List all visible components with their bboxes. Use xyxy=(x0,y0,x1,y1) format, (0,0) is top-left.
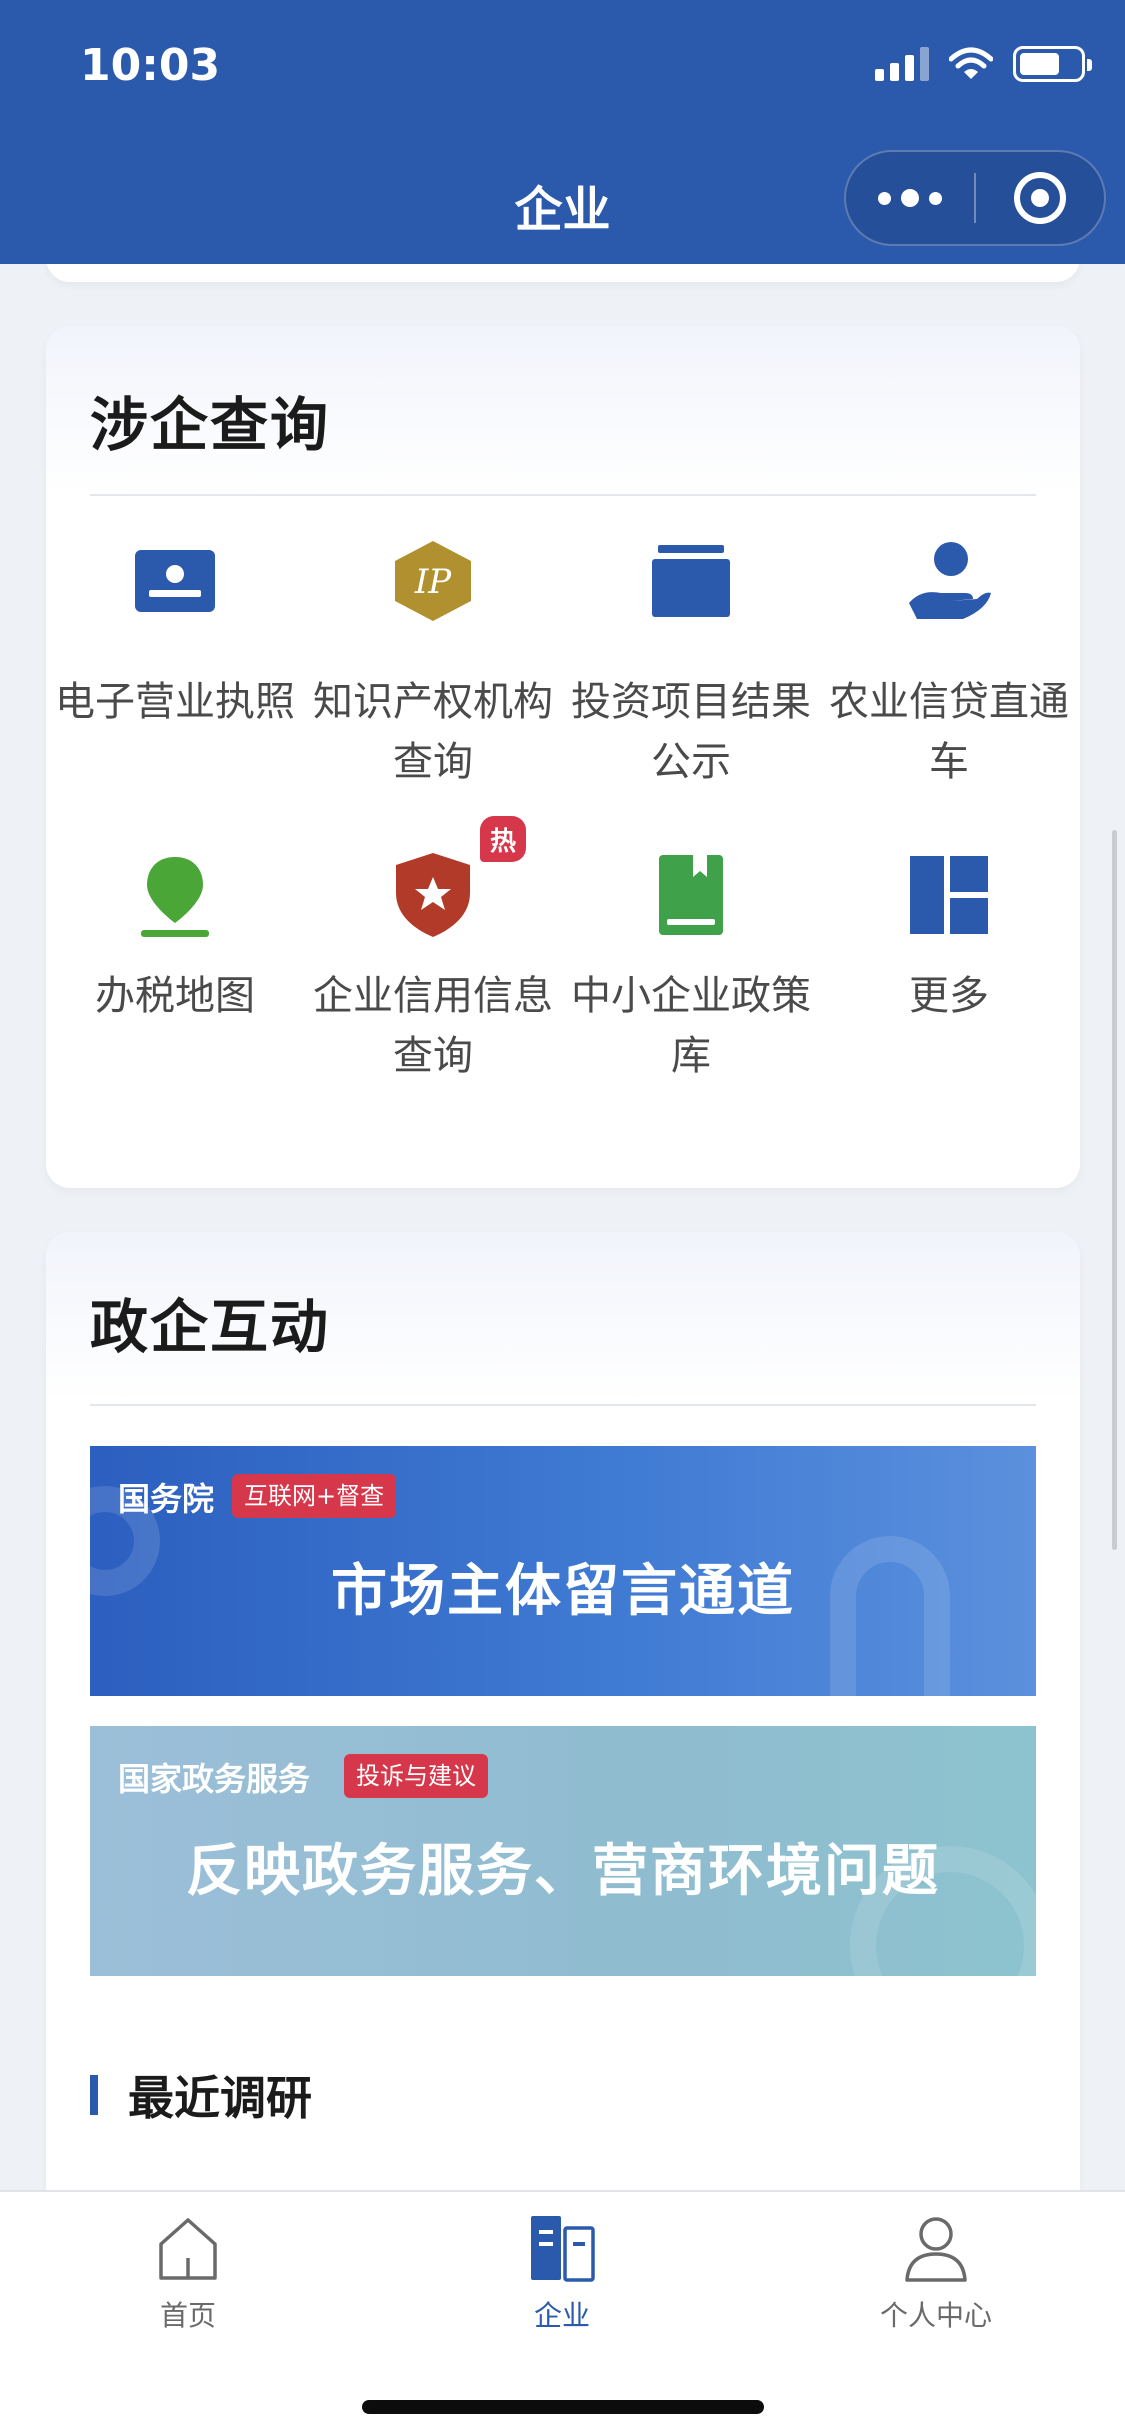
book-icon xyxy=(646,850,736,940)
enterprise-icon xyxy=(531,2216,595,2282)
grid-item-ip-agency[interactable]: IP 知识产权机构查询 xyxy=(304,496,562,816)
bottom-tab-bar: 首页 企业 个人中心 xyxy=(0,2190,1125,2436)
grid-label: 投资项目结果公示 xyxy=(571,679,811,785)
grid-label: 电子营业执照 xyxy=(55,679,295,725)
tab-personal-center[interactable]: 个人中心 xyxy=(836,2214,1036,2334)
miniprogram-capsule xyxy=(844,150,1106,246)
tab-label: 个人中心 xyxy=(879,2299,992,2332)
ip-badge-icon: IP xyxy=(388,536,478,626)
card-title: 政企互动 xyxy=(90,1293,331,1361)
person-icon xyxy=(905,2217,967,2282)
card-title: 涉企查询 xyxy=(90,391,331,459)
grid-label: 知识产权机构查询 xyxy=(313,679,553,785)
tab-home[interactable]: 首页 xyxy=(88,2214,288,2334)
page: 10:03 企业 涉企查询 电子营业执照 IP 知识产权机构查询 投资项目结果公… xyxy=(0,0,1125,2436)
tab-label: 企业 xyxy=(533,2299,590,2332)
banner-tag: 互联网+督查 xyxy=(232,1474,397,1518)
grid-item-e-license[interactable]: 电子营业执照 xyxy=(46,496,304,816)
banner-org: 国家政务服务 xyxy=(118,1760,311,1798)
grid-label: 农业信贷直通车 xyxy=(829,679,1069,785)
card-header: 涉企查询 xyxy=(46,326,1080,496)
grid-item-sme-policy[interactable]: 中小企业政策库 xyxy=(562,816,820,1146)
home-indicator[interactable] xyxy=(362,2400,764,2414)
grid-label: 更多 xyxy=(909,973,989,1019)
hot-badge: 热 xyxy=(480,816,526,862)
license-card-icon xyxy=(130,536,220,626)
more-options-button[interactable] xyxy=(846,189,974,207)
grid-label: 企业信用信息查询 xyxy=(313,973,553,1079)
scroll-indicator[interactable] xyxy=(1112,830,1117,1550)
grid-label: 中小企业政策库 xyxy=(571,973,811,1079)
gov-service-feedback-banner[interactable]: 国家政务服务 投诉与建议 反映政务服务、营商环境问题 xyxy=(90,1726,1036,1976)
wifi-icon xyxy=(949,47,993,79)
grid-more-icon xyxy=(904,850,994,940)
grid-label: 办税地图 xyxy=(95,973,255,1019)
grid-item-tax-map[interactable]: 办税地图 xyxy=(46,816,304,1146)
home-icon xyxy=(159,2218,217,2280)
accent-bar xyxy=(90,2075,98,2115)
banner-org: 国务院 xyxy=(118,1480,215,1518)
recent-research-heading: 最近调研 xyxy=(90,2062,312,2128)
market-entity-message-banner[interactable]: 国务院 互联网+督查 市场主体留言通道 xyxy=(90,1446,1036,1696)
shield-star-icon xyxy=(388,850,478,940)
grid-item-credit-info[interactable]: 热 企业信用信息查询 xyxy=(304,816,562,1146)
close-miniprogram-button[interactable] xyxy=(976,172,1104,224)
hand-person-icon xyxy=(904,536,994,626)
enterprise-query-card: 涉企查询 电子营业执照 IP 知识产权机构查询 投资项目结果公示 农业信贷直通车… xyxy=(46,326,1080,1188)
section-title: 最近调研 xyxy=(128,2071,312,2125)
svg-text:IP: IP xyxy=(414,562,452,602)
service-grid: 电子营业执照 IP 知识产权机构查询 投资项目结果公示 农业信贷直通车 办税地图… xyxy=(46,496,1080,1176)
folder-box-icon xyxy=(646,536,736,626)
target-circle-icon xyxy=(1014,172,1066,224)
tab-enterprise[interactable]: 企业 xyxy=(462,2214,662,2334)
divider xyxy=(90,1404,1036,1406)
map-pin-icon xyxy=(130,850,220,940)
card-header: 政企互动 xyxy=(46,1232,1080,1406)
battery-icon xyxy=(1013,46,1092,82)
tab-label: 首页 xyxy=(159,2299,216,2332)
grid-item-agri-credit[interactable]: 农业信贷直通车 xyxy=(820,496,1078,816)
banner-text: 反映政务服务、营商环境问题 xyxy=(186,1839,940,1904)
grid-item-more[interactable]: 更多 xyxy=(820,816,1078,1146)
status-icons xyxy=(875,46,1092,82)
banner-tag: 投诉与建议 xyxy=(344,1754,488,1798)
grid-item-investment-project[interactable]: 投资项目结果公示 xyxy=(562,496,820,816)
cellular-signal-icon xyxy=(875,47,929,81)
banner-text: 市场主体留言通道 xyxy=(331,1559,795,1624)
gov-enterprise-interaction-card: 政企互动 国务院 互联网+督查 市场主体留言通道 国家政务服务 投诉与建议 反映… xyxy=(46,1232,1080,2242)
app-header: 10:03 企业 xyxy=(0,0,1125,264)
status-time: 10:03 xyxy=(80,40,221,91)
